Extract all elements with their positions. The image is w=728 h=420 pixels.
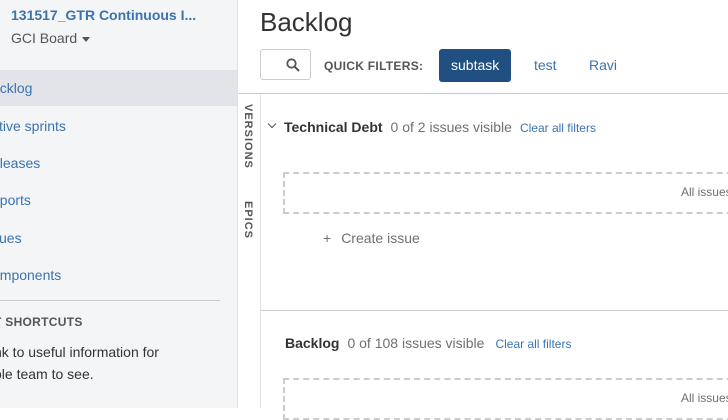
clear-filters-link[interactable]: Clear all filters [495, 337, 571, 351]
sidebar-item-label: eleases [0, 155, 41, 171]
quick-filter-subtask[interactable]: subtask [439, 49, 512, 82]
sidebar-item-issues[interactable]: sues [0, 220, 237, 256]
create-issue-label: Create issue [341, 230, 420, 246]
search-input[interactable] [260, 49, 311, 80]
issue-count: 0 of 2 issues visible [390, 119, 512, 135]
plus-icon: + [323, 230, 332, 246]
section-title: Technical Debt [284, 119, 383, 135]
sidebar: 131517_GTR Continuous I... GCI Board ack… [0, 0, 238, 408]
sidebar-item-label: omponents [0, 267, 62, 283]
search-icon [286, 58, 300, 72]
sidebar-item-reports[interactable]: eports [0, 182, 237, 218]
chevron-down-icon[interactable] [267, 119, 277, 129]
quick-filter-ravi[interactable]: Ravi [589, 49, 617, 82]
shortcuts-heading: T SHORTCUTS [0, 315, 83, 329]
drop-zone-text: All issues in t [680, 185, 728, 199]
shortcuts-description: nk to useful information for ole team to… [0, 341, 159, 385]
section-divider [261, 310, 728, 311]
shortcuts-line: nk to useful information for [0, 344, 159, 360]
create-issue-button[interactable]: + Create issue [323, 230, 420, 246]
tab-epics[interactable]: EPICS [242, 201, 254, 239]
sidebar-item-releases[interactable]: eleases [0, 145, 237, 181]
technical-debt-header: Technical Debt 0 of 2 issues visible Clear… [284, 119, 596, 137]
clear-filters-link[interactable]: Clear all filters [520, 121, 596, 135]
backlog-header: Backlog 0 of 108 issues visible Clear all … [285, 335, 571, 353]
page-title: Backlog [260, 7, 353, 37]
sidebar-item-backlog[interactable]: acklog [0, 70, 237, 106]
issue-count: 0 of 108 issues visible [347, 335, 485, 351]
shortcuts-line: ole team to see. [0, 366, 94, 382]
sidebar-item-label: eports [0, 192, 31, 208]
main-content: Backlog QUICK FILTERS: subtask test Ravi… [238, 0, 728, 420]
board-name: GCI Board [11, 30, 78, 46]
sidebar-divider [0, 300, 220, 301]
board-selector[interactable]: GCI Board [11, 30, 91, 46]
header-divider [238, 93, 728, 94]
sidebar-item-label: ctive sprints [0, 118, 66, 134]
section-title: Backlog [285, 335, 340, 351]
side-panel-tabs: VERSIONS EPICS [238, 94, 261, 408]
quick-filter-test[interactable]: test [534, 49, 557, 82]
quick-filters-label: QUICK FILTERS: [324, 59, 424, 73]
sidebar-item-active-sprints[interactable]: ctive sprints [0, 108, 237, 144]
sidebar-item-components[interactable]: omponents [0, 257, 237, 293]
drop-zone-text: All issues in t [680, 391, 728, 405]
caret-down-icon [82, 36, 91, 42]
backlog-drop-zone: All issues in t [283, 378, 728, 420]
project-title[interactable]: 131517_GTR Continuous I... [11, 7, 196, 23]
tab-versions[interactable]: VERSIONS [242, 104, 254, 169]
sidebar-item-label: sues [0, 230, 22, 246]
sidebar-item-label: acklog [0, 80, 33, 96]
technical-debt-drop-zone: All issues in t [283, 172, 728, 214]
